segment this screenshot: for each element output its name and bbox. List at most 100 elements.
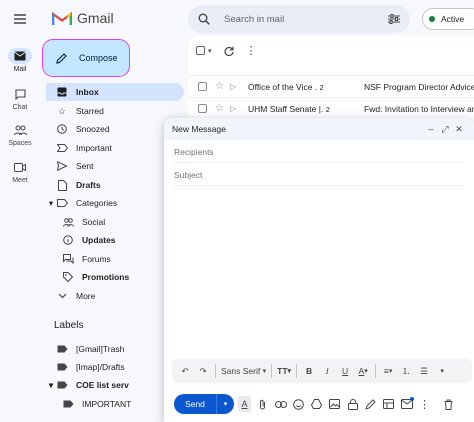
search-input[interactable]: Search in mail — [224, 14, 388, 25]
underline-icon[interactable]: U — [336, 361, 354, 381]
close-icon[interactable]: ✕ — [452, 124, 466, 135]
more-options-icon[interactable]: ⋮ — [418, 396, 431, 412]
select-all-checkbox[interactable] — [196, 46, 205, 55]
compose-header[interactable]: New Message – ⤢ ✕ — [164, 118, 474, 140]
bulleted-list-icon[interactable]: ☰ — [415, 361, 433, 381]
list-toolbar: ▾ ⋮ — [196, 44, 257, 57]
rail-meet[interactable]: Meet — [0, 159, 40, 184]
select-all[interactable]: ▾ — [196, 46, 212, 55]
info-icon — [62, 234, 74, 246]
nav-sent-label: Sent — [76, 161, 94, 171]
chevron-down-icon — [56, 290, 68, 302]
row-checkbox[interactable] — [198, 82, 207, 91]
important-marker-icon[interactable]: ▷ — [230, 104, 236, 113]
align-icon[interactable]: ≡ ▾ — [379, 361, 397, 381]
nav-inbox-label: Inbox — [76, 87, 99, 97]
row-checkbox[interactable] — [198, 104, 207, 113]
mail-subject: Fwd: Invitation to Interview and — [364, 103, 474, 114]
font-select[interactable]: Sans Serif ▾ — [219, 361, 268, 381]
bottom-toolbar: A ⋮ — [238, 396, 455, 412]
drive-icon[interactable] — [310, 396, 323, 412]
numbered-list-icon[interactable]: ⒈ — [397, 361, 415, 381]
important-marker-icon[interactable]: ▷ — [230, 82, 236, 91]
draft-icon — [56, 179, 68, 191]
rail-mail[interactable]: Mail — [0, 48, 40, 73]
important-icon — [56, 142, 68, 154]
nav-inbox[interactable]: Inbox — [46, 83, 184, 101]
attach-icon[interactable] — [256, 396, 269, 412]
more-vert-icon[interactable]: ⋮ — [246, 44, 257, 57]
send-button[interactable]: Send — [174, 394, 216, 414]
send-options-icon[interactable]: ▾ — [216, 394, 234, 414]
chat-icon — [14, 88, 26, 100]
signature-icon[interactable] — [364, 396, 377, 412]
message-body[interactable] — [174, 190, 464, 354]
nav-categories-label: Categories — [76, 198, 118, 208]
search-icon[interactable] — [198, 13, 210, 25]
redo-icon[interactable]: ↷ — [194, 361, 212, 381]
people-icon — [62, 216, 74, 228]
label-tag-icon — [56, 343, 68, 355]
recipients-field[interactable]: Recipients — [174, 141, 464, 163]
search-bar[interactable]: Search in mail — [188, 5, 410, 33]
link-icon[interactable] — [274, 396, 287, 412]
label-tag-icon — [56, 361, 68, 373]
compose-title: New Message — [172, 124, 226, 134]
nav-starred[interactable]: ☆ Starred — [46, 102, 184, 120]
nav-starred-label: Starred — [76, 106, 104, 116]
star-icon[interactable]: ☆ — [215, 81, 224, 92]
mail-row[interactable]: ☆ ▷ Office of the Vice . 2 NSF Program D… — [188, 75, 474, 97]
rail-chat[interactable]: Chat — [0, 86, 40, 111]
video-icon — [14, 162, 26, 172]
mail-subject: NSF Program Director Advice — [364, 81, 474, 92]
schedule-mail-icon[interactable] — [400, 396, 414, 412]
gmail-m-icon — [52, 11, 72, 26]
rail-mail-label: Mail — [13, 66, 27, 73]
nav-updates-label: Updates — [82, 235, 116, 245]
nav-important-label: Important — [76, 143, 112, 153]
refresh-icon[interactable] — [224, 46, 234, 56]
gmail-wordmark: Gmail — [77, 10, 114, 26]
filter-options-icon[interactable] — [388, 14, 400, 24]
lock-clock-icon[interactable] — [346, 396, 359, 412]
gmail-logo[interactable]: Gmail — [52, 10, 114, 26]
status-selector[interactable]: Active — [422, 8, 474, 30]
nav-promotions-label: Promotions — [82, 272, 130, 282]
subject-field[interactable]: Subject — [174, 164, 464, 186]
mail-row[interactable]: ☆ ▷ UHM Staff Senate |. 2 Fwd: Invitatio… — [188, 97, 474, 119]
label-gmail-trash-text: [Gmail]Trash — [76, 344, 125, 354]
status-dot — [429, 16, 435, 22]
undo-icon[interactable]: ↶ — [176, 361, 194, 381]
bold-icon[interactable]: B — [300, 361, 318, 381]
discard-draft-icon[interactable] — [442, 396, 455, 412]
forum-icon — [62, 253, 74, 265]
compose-label: Compose — [79, 53, 118, 63]
formatting-options-icon[interactable]: A — [238, 396, 251, 412]
tag-icon — [62, 271, 74, 283]
send-icon — [56, 160, 68, 172]
rail-spaces-label: Spaces — [8, 140, 32, 147]
pencil-icon — [56, 52, 79, 64]
font-size-icon[interactable]: TT ▾ — [275, 361, 293, 381]
expand-icon[interactable]: ⤢ — [438, 124, 452, 135]
select-dropdown-icon[interactable]: ▾ — [208, 47, 212, 55]
label-icon — [56, 197, 68, 209]
minimize-icon[interactable]: – — [424, 124, 438, 134]
compose-button[interactable]: Compose — [42, 39, 130, 77]
emoji-icon[interactable] — [292, 396, 305, 412]
main-menu-icon[interactable] — [12, 12, 28, 26]
rail-meet-label: Meet — [12, 177, 28, 184]
star-icon[interactable]: ☆ — [215, 103, 224, 114]
mail-from: UHM Staff Senate |. 2 — [248, 103, 330, 114]
photo-icon[interactable] — [328, 396, 341, 412]
text-color-icon[interactable]: A ▾ — [354, 361, 372, 381]
inbox-icon — [56, 86, 68, 98]
italic-icon[interactable]: I — [318, 361, 336, 381]
more-formatting-icon[interactable]: ▾ — [433, 361, 451, 381]
star-icon: ☆ — [58, 105, 66, 116]
nav-drafts-label: Drafts — [76, 180, 101, 190]
template-icon[interactable] — [382, 396, 395, 412]
label-imap-drafts-text: [Imap]/Drafts — [76, 362, 125, 372]
app-rail: Mail Chat Spaces Meet — [0, 0, 40, 422]
rail-spaces[interactable]: Spaces — [0, 122, 40, 147]
